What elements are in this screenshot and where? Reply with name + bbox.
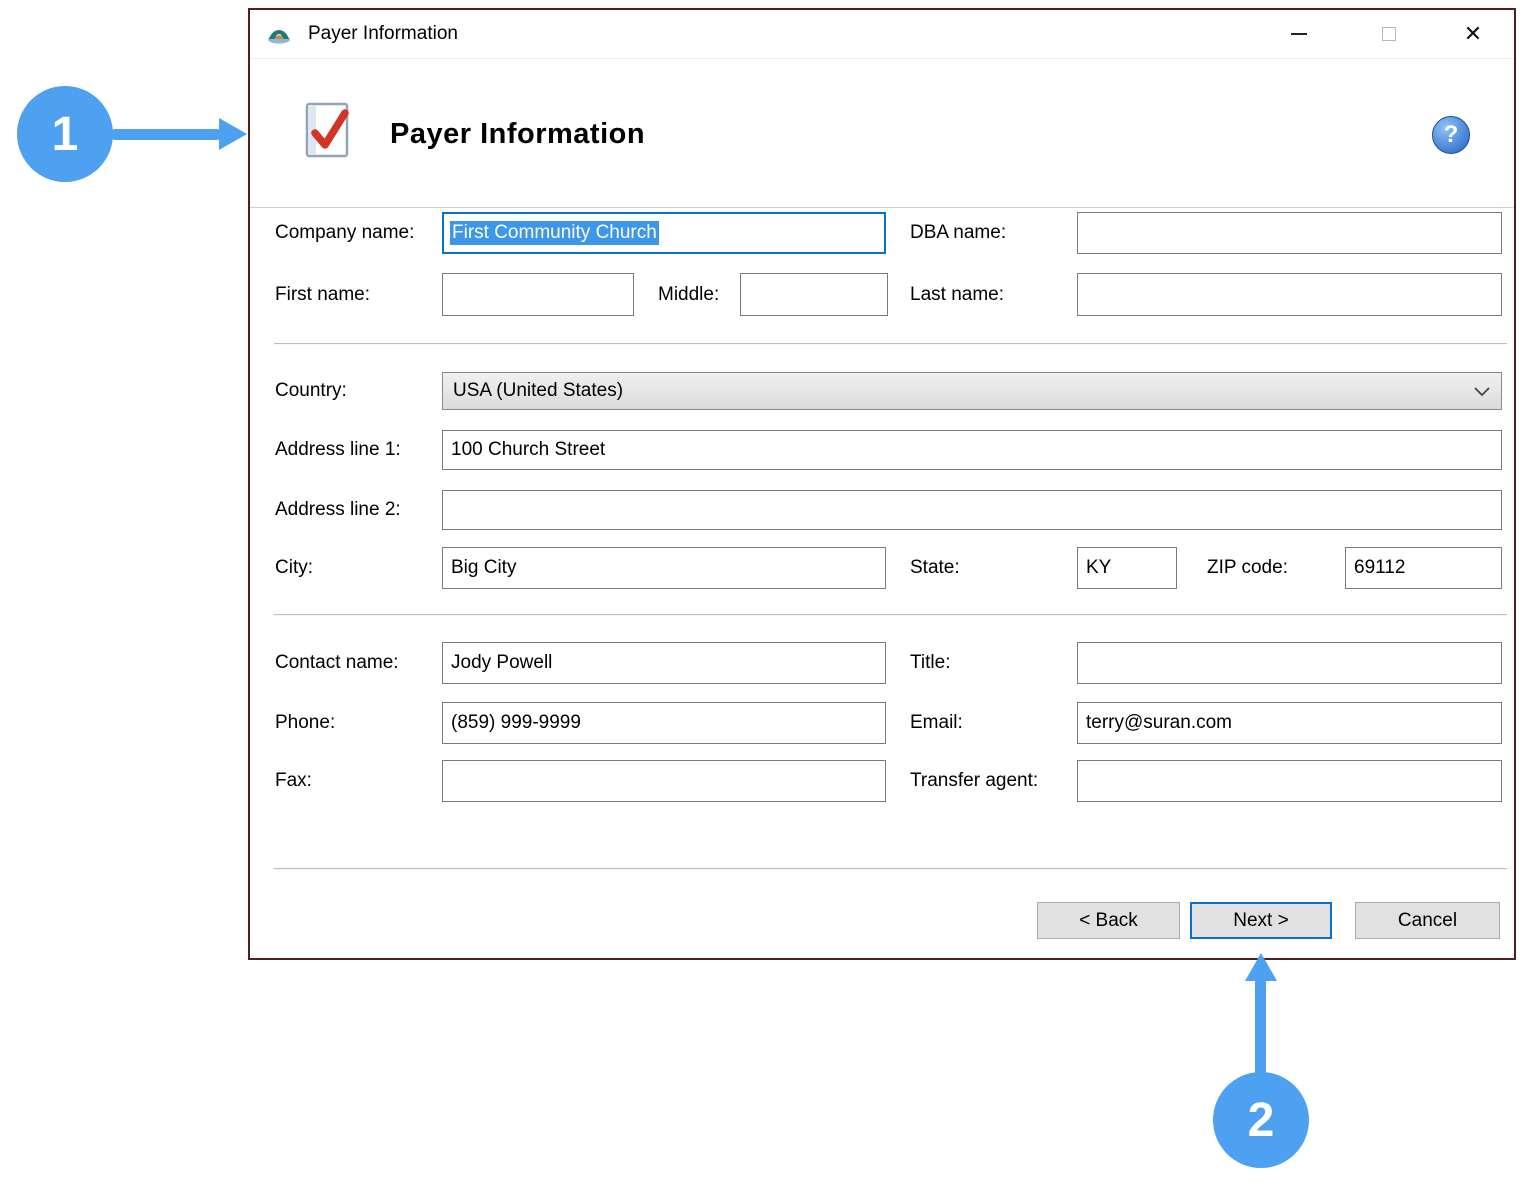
page-title: Payer Information xyxy=(390,59,645,209)
address-line1-label: Address line 1: xyxy=(275,430,401,470)
window-title: Payer Information xyxy=(308,10,458,58)
email-label: Email: xyxy=(910,702,963,744)
address-line1-input[interactable] xyxy=(442,430,1502,470)
country-selected-value: USA (United States) xyxy=(453,380,1473,402)
minimize-button[interactable] xyxy=(1268,10,1330,58)
address-line2-label: Address line 2: xyxy=(275,490,401,530)
dba-name-label: DBA name: xyxy=(910,212,1006,254)
company-name-label: Company name: xyxy=(275,212,414,254)
city-input[interactable] xyxy=(442,547,886,589)
fax-label: Fax: xyxy=(275,760,312,802)
chevron-down-icon xyxy=(1473,386,1491,397)
zip-code-label: ZIP code: xyxy=(1207,547,1288,589)
title-bar: Payer Information ✕ xyxy=(250,10,1514,58)
annotation-step-2-badge: 2 xyxy=(1213,1072,1309,1168)
document-check-icon xyxy=(300,101,354,159)
annotation-arrow-1-line xyxy=(110,129,222,140)
annotation-arrow-1-head xyxy=(219,118,247,150)
help-icon: ? xyxy=(1444,121,1459,149)
payer-information-dialog: Payer Information ✕ Payer Information xyxy=(248,8,1516,960)
title-label: Title: xyxy=(910,642,950,684)
middle-input[interactable] xyxy=(740,273,888,316)
maximize-button[interactable] xyxy=(1358,10,1420,58)
email-input[interactable] xyxy=(1077,702,1502,744)
fax-input[interactable] xyxy=(442,760,886,802)
close-button[interactable]: ✕ xyxy=(1442,10,1504,58)
first-name-label: First name: xyxy=(275,273,370,316)
phone-label: Phone: xyxy=(275,702,335,744)
contact-name-input[interactable] xyxy=(442,642,886,684)
page: Payer Information ✕ Payer Information xyxy=(0,0,1523,1182)
state-label: State: xyxy=(910,547,960,589)
wizard-header: Payer Information ? xyxy=(250,58,1514,208)
zip-code-input[interactable] xyxy=(1345,547,1502,589)
company-name-input[interactable]: First Community Church xyxy=(442,212,886,254)
annotation-step-1-badge: 1 xyxy=(17,86,113,182)
cancel-button[interactable]: Cancel xyxy=(1355,902,1500,939)
state-input[interactable] xyxy=(1077,547,1177,589)
close-icon: ✕ xyxy=(1464,23,1482,45)
transfer-agent-input[interactable] xyxy=(1077,760,1502,802)
dba-name-input[interactable] xyxy=(1077,212,1502,254)
divider xyxy=(274,343,1507,345)
maximize-icon xyxy=(1382,27,1396,41)
country-label: Country: xyxy=(275,372,347,410)
title-input[interactable] xyxy=(1077,642,1502,684)
first-name-input[interactable] xyxy=(442,273,634,316)
divider xyxy=(274,868,1507,870)
app-icon xyxy=(266,21,292,47)
divider xyxy=(274,614,1507,616)
country-select[interactable]: USA (United States) xyxy=(442,372,1502,410)
next-button[interactable]: Next > xyxy=(1190,902,1332,939)
annotation-arrow-2-line xyxy=(1255,977,1266,1076)
help-button[interactable]: ? xyxy=(1432,116,1470,154)
address-line2-input[interactable] xyxy=(442,490,1502,530)
city-label: City: xyxy=(275,547,313,589)
contact-name-label: Contact name: xyxy=(275,642,399,684)
company-name-selected-text: First Community Church xyxy=(450,221,659,245)
back-button[interactable]: < Back xyxy=(1037,902,1180,939)
middle-label: Middle: xyxy=(658,273,719,316)
last-name-input[interactable] xyxy=(1077,273,1502,316)
minimize-icon xyxy=(1291,33,1307,35)
phone-input[interactable] xyxy=(442,702,886,744)
last-name-label: Last name: xyxy=(910,273,1004,316)
transfer-agent-label: Transfer agent: xyxy=(910,760,1038,802)
